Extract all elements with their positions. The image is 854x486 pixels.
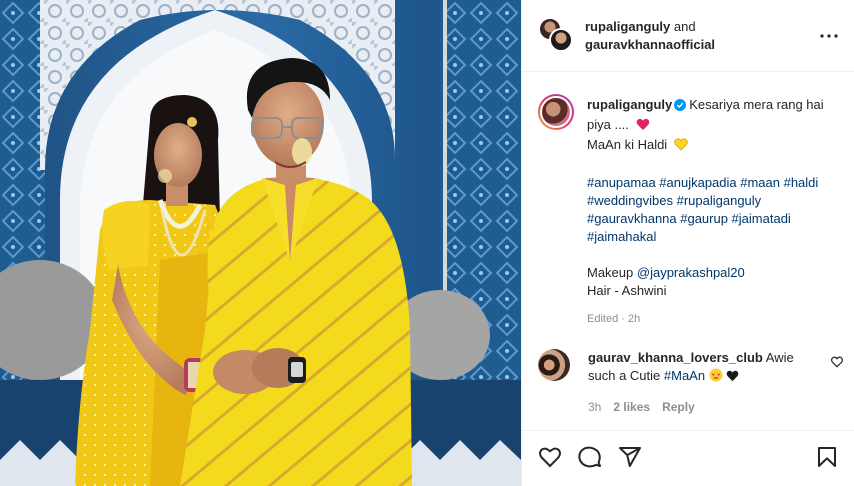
hashtag-link[interactable]: #MaAn <box>664 368 705 383</box>
bookmark-icon[interactable] <box>815 445 839 469</box>
heart-emoji-icon <box>636 118 650 136</box>
hair-credit: Hair - Ashwini <box>587 283 667 298</box>
hashtag-link[interactable]: #gauravkhanna #gaurup #jaimatadi <box>587 210 842 228</box>
hashtag-link[interactable]: #jaimahakal <box>587 228 842 246</box>
comment-username[interactable]: gaurav_khanna_lovers_club <box>588 350 763 365</box>
caption-line: MaAn ki Haldi <box>587 137 668 152</box>
star-eyes-emoji-icon <box>709 368 723 387</box>
caption-section: rupaliganguly Kesariya mera rang hai piya… <box>522 72 854 430</box>
mention-link[interactable]: @jayprakashpal20 <box>637 265 745 280</box>
authors-connector: and <box>673 19 696 34</box>
makeup-label: Makeup <box>587 265 637 280</box>
hashtag-link[interactable]: #weddingvibes #rupaliganguly <box>587 192 842 210</box>
comment-meta: 3h 2 likes Reply <box>588 400 695 414</box>
yellow-heart-emoji-icon <box>674 138 688 156</box>
hashtag-link[interactable]: #anupamaa #anujkapadia #maan #haldi <box>587 174 842 192</box>
collab-avatars[interactable] <box>538 17 574 53</box>
avatar[interactable] <box>549 28 573 52</box>
post-header: rupaliganguly and gauravkhannaofficial <box>522 0 854 72</box>
post-photo[interactable] <box>0 0 521 486</box>
black-heart-emoji-icon <box>726 369 739 387</box>
comment-like-heart-icon[interactable] <box>831 355 843 368</box>
caption-username[interactable]: rupaliganguly <box>587 97 672 112</box>
comment-likes-link[interactable]: 2 likes <box>613 400 650 414</box>
author-username[interactable]: rupaliganguly <box>585 19 670 34</box>
post-side-panel: rupaliganguly and gauravkhannaofficial r… <box>521 0 854 486</box>
comment-icon[interactable] <box>578 445 602 469</box>
reply-button[interactable]: Reply <box>662 400 695 414</box>
more-options-icon[interactable] <box>817 24 841 48</box>
comment-text: gaurav_khanna_lovers_club Awie such a Cu… <box>588 349 823 387</box>
share-icon[interactable] <box>618 445 642 469</box>
avatar[interactable] <box>538 349 570 381</box>
haldi-couple-photo <box>0 0 521 486</box>
caption-text: rupaliganguly Kesariya mera rang hai piya… <box>587 96 842 328</box>
comment-time: 3h <box>588 400 602 414</box>
post-actions-bar <box>522 430 854 486</box>
heart-icon[interactable] <box>538 445 562 469</box>
author-username[interactable]: gauravkhannaofficial <box>585 37 715 52</box>
avatar[interactable] <box>538 94 574 130</box>
post-authors: rupaliganguly and gauravkhannaofficial <box>585 18 715 54</box>
verified-badge-icon <box>674 98 687 116</box>
edited-timestamp: Edited · 2h <box>587 313 641 325</box>
